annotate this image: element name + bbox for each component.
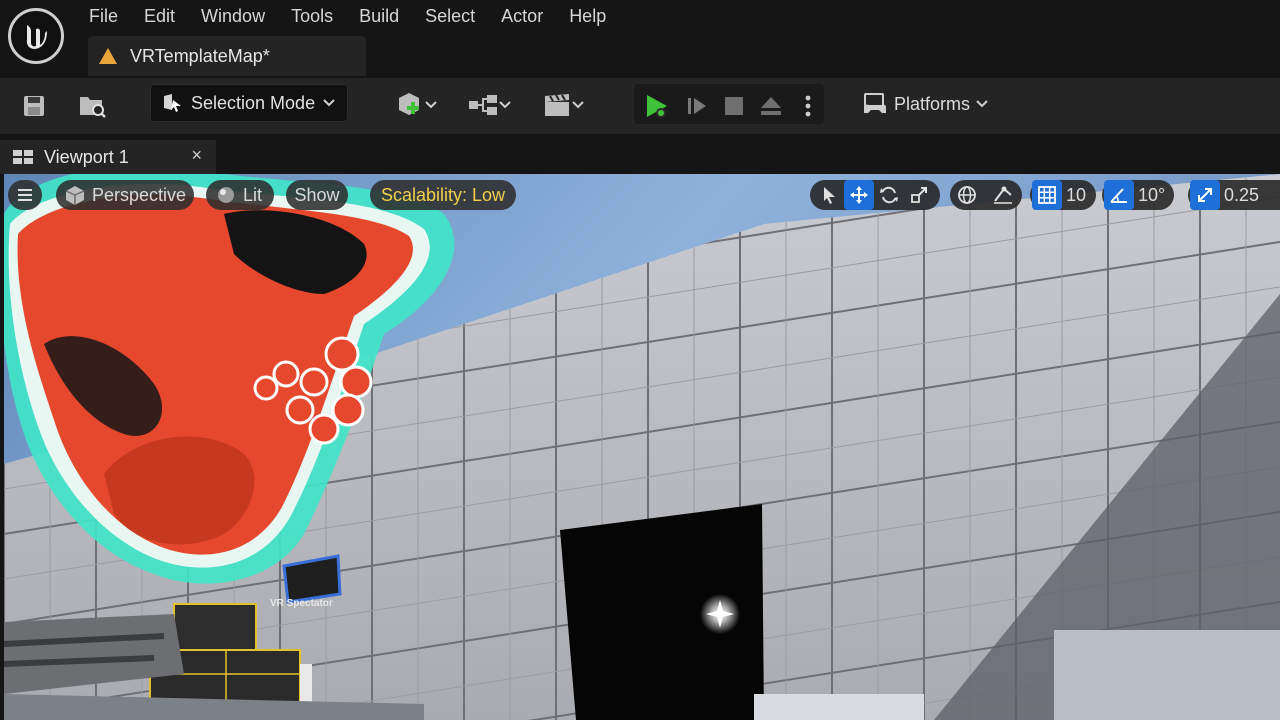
menu-file[interactable]: File <box>76 0 131 32</box>
show-label: Show <box>294 184 340 205</box>
scalability-label: Scalability: Low <box>380 184 506 205</box>
perspective-label: Perspective <box>92 184 187 205</box>
close-icon[interactable]: × <box>191 145 202 166</box>
coordinate-tools <box>950 180 1022 210</box>
scene-render <box>4 174 1280 720</box>
grid-snap-value: 10 <box>1066 184 1087 205</box>
menu-help[interactable]: Help <box>556 0 619 32</box>
grid-snap-icon[interactable] <box>1032 180 1062 210</box>
level-viewport[interactable] <box>4 174 1280 720</box>
lit-sphere-icon <box>218 187 234 203</box>
surface-snapping-icon[interactable] <box>988 180 1018 210</box>
rotate-icon[interactable] <box>874 180 904 210</box>
clapperboard-icon <box>545 94 569 116</box>
perspective-dropdown[interactable]: Perspective <box>56 180 194 210</box>
menu-tools[interactable]: Tools <box>278 0 346 32</box>
platforms-label: Platforms <box>894 93 971 114</box>
save-icon[interactable] <box>18 90 50 122</box>
transform-tools <box>810 180 940 210</box>
chevron-down-icon <box>572 101 584 109</box>
document-tab[interactable]: VRTemplateMap* <box>88 36 366 76</box>
add-actor-button[interactable] <box>390 88 442 122</box>
viewport-options-button[interactable] <box>8 180 42 210</box>
rotation-snap-value: 10° <box>1138 184 1166 205</box>
world-globe-icon[interactable] <box>952 180 982 210</box>
cinematics-button[interactable] <box>536 88 590 122</box>
grid-snap-control[interactable]: 10 <box>1030 180 1096 210</box>
viewport-tab-label: Viewport 1 <box>44 146 129 167</box>
viewport-icon <box>13 150 33 164</box>
lit-label: Lit <box>243 184 263 205</box>
menu-window[interactable]: Window <box>188 0 278 32</box>
selection-mode-label: Selection Mode <box>191 92 316 113</box>
selection-mode-dropdown[interactable]: Selection Mode <box>150 84 348 122</box>
perspective-cube-icon <box>65 186 85 205</box>
level-warning-icon <box>99 48 117 64</box>
hamburger-menu-icon <box>18 189 32 201</box>
main-toolbar: Selection Mode Platforms <box>0 78 1280 134</box>
viewport-tab[interactable]: Viewport 1 × <box>0 140 216 174</box>
menu-bar: File Edit Window Tools Build Select Acto… <box>76 0 619 32</box>
content-browser-icon[interactable] <box>76 90 110 122</box>
chevron-down-icon <box>499 101 511 109</box>
select-arrow-icon[interactable] <box>814 180 844 210</box>
translate-icon[interactable] <box>844 180 874 210</box>
rotation-snap-icon[interactable] <box>1104 180 1134 210</box>
chevron-down-icon <box>323 99 335 107</box>
eject-icon[interactable] <box>754 90 788 122</box>
vr-spectator-label: VR Spectator <box>270 598 333 609</box>
chevron-down-icon <box>425 101 437 109</box>
rotation-snap-control[interactable]: 10° <box>1102 180 1174 210</box>
show-dropdown[interactable]: Show <box>286 180 348 210</box>
menu-actor[interactable]: Actor <box>488 0 556 32</box>
blueprint-icon <box>469 95 497 115</box>
advance-frame-icon[interactable] <box>680 90 714 122</box>
scale-snap-control[interactable]: 0.25 <box>1188 180 1280 210</box>
blueprint-button[interactable] <box>462 88 516 122</box>
scale-snap-icon[interactable] <box>1190 180 1220 210</box>
menu-edit[interactable]: Edit <box>131 0 188 32</box>
platforms-dropdown[interactable]: Platforms <box>862 88 988 120</box>
scalability-warning[interactable]: Scalability: Low <box>370 180 516 210</box>
chevron-down-icon <box>976 100 988 108</box>
more-options-icon[interactable] <box>796 90 820 122</box>
play-icon[interactable] <box>638 90 674 122</box>
stop-icon[interactable] <box>718 90 750 122</box>
menu-select[interactable]: Select <box>412 0 488 32</box>
view-mode-dropdown[interactable]: Lit <box>206 180 274 210</box>
document-tab-label: VRTemplateMap* <box>130 45 270 66</box>
selection-mode-icon <box>164 94 181 112</box>
scale-icon[interactable] <box>904 180 934 210</box>
add-actor-icon <box>399 93 419 115</box>
unreal-engine-logo-icon[interactable] <box>8 8 64 64</box>
platforms-icon <box>864 93 886 113</box>
scale-snap-value: 0.25 <box>1224 184 1260 205</box>
menu-build[interactable]: Build <box>346 0 412 32</box>
